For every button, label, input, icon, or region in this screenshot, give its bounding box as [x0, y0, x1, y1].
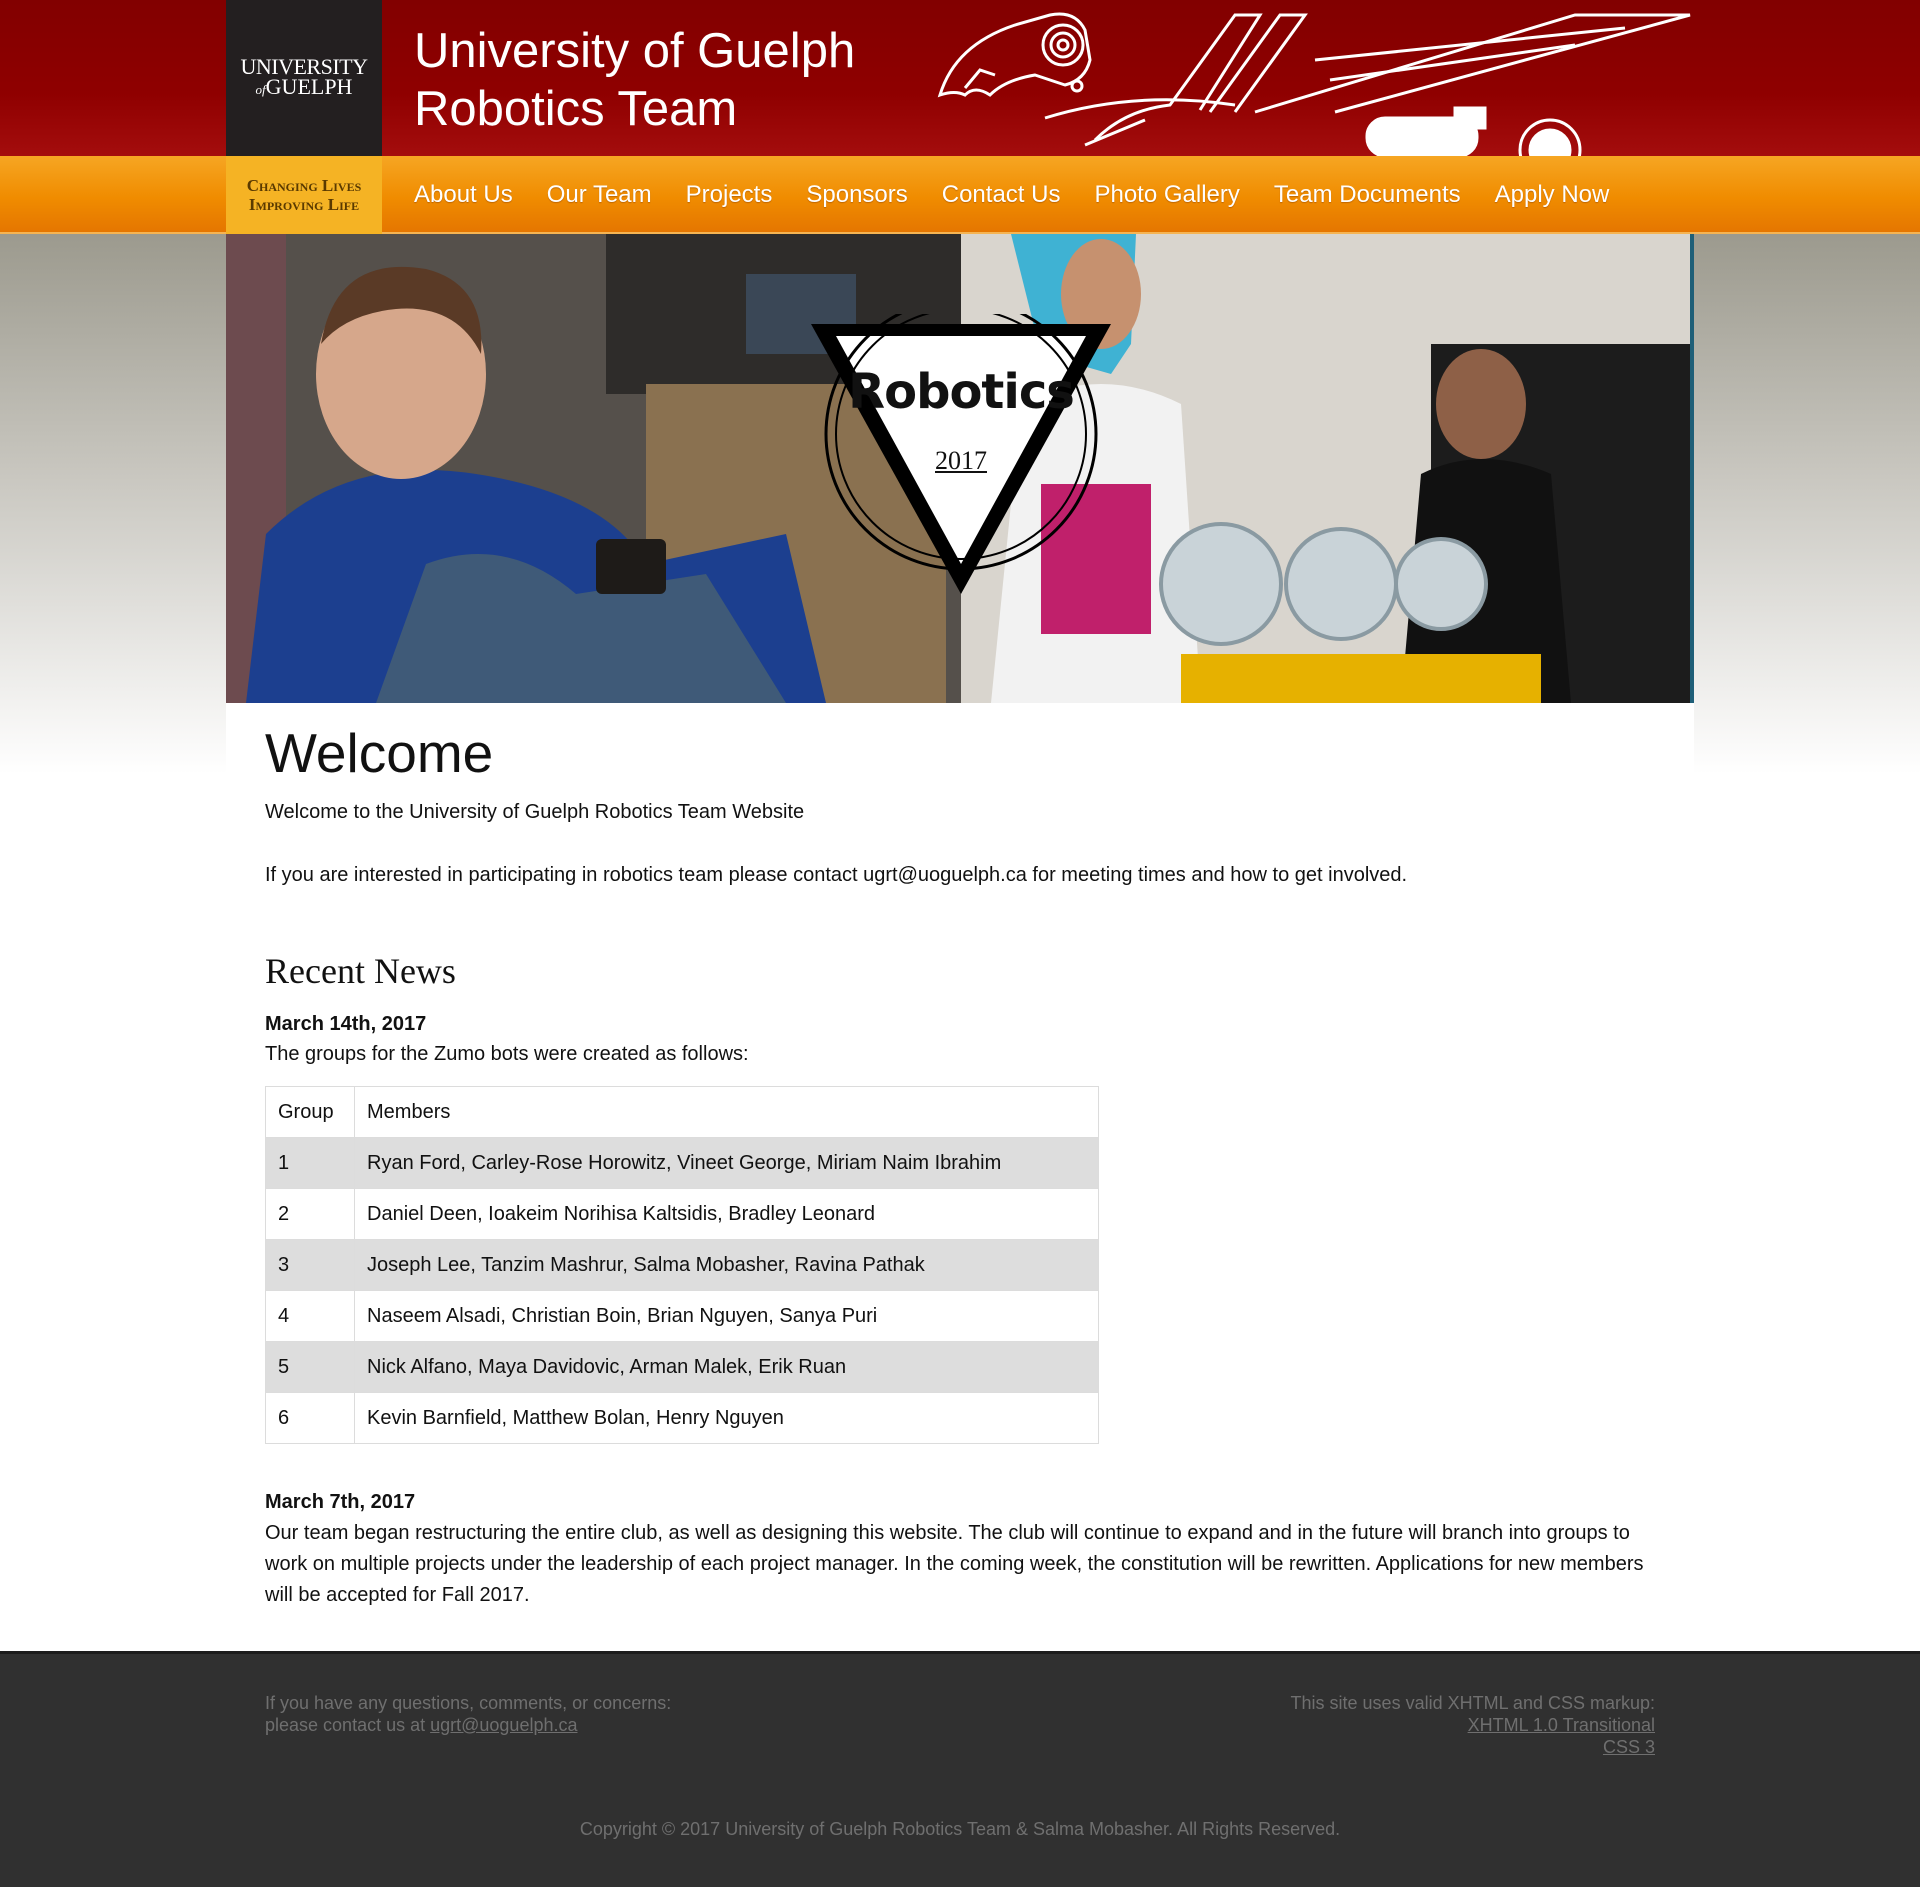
news-date: March 14th, 2017 [265, 1013, 427, 1035]
nav-about-us[interactable]: About Us [414, 181, 513, 209]
footer: If you have any questions, comments, or … [0, 1651, 1920, 1887]
main-nav: About Us Our Team Projects Sponsors Cont… [414, 156, 1609, 234]
table-row: 6 Kevin Barnfield, Matthew Bolan, Henry … [265, 1392, 1099, 1444]
table-row: 4 Naseem Alsadi, Christian Boin, Brian N… [265, 1290, 1099, 1342]
main-content: Welcome Welcome to the University of Gue… [226, 703, 1694, 1651]
copyright: Copyright © 2017 University of Guelph Ro… [579, 1819, 1341, 1839]
nav-contact-us[interactable]: Contact Us [942, 181, 1061, 209]
recent-news-heading: Recent News [265, 951, 456, 991]
group-number: 3 [265, 1239, 355, 1291]
news-date: March 7th, 2017 [265, 1491, 416, 1513]
group-members: Kevin Barnfield, Matthew Bolan, Henry Ng… [354, 1392, 1099, 1444]
table-row: 5 Nick Alfano, Maya Davidovic, Arman Mal… [265, 1341, 1099, 1393]
css-link[interactable]: CSS 3 [1603, 1737, 1655, 1757]
footer-email-link[interactable]: ugrt@uoguelph.ca [430, 1715, 577, 1735]
group-members: Naseem Alsadi, Christian Boin, Brian Ngu… [354, 1290, 1099, 1342]
table-header-row: Group Members [265, 1086, 1099, 1138]
hero-edge [1690, 234, 1694, 703]
group-members: Joseph Lee, Tanzim Mashrur, Salma Mobash… [354, 1239, 1099, 1291]
table-row: 3 Joseph Lee, Tanzim Mashrur, Salma Moba… [265, 1239, 1099, 1291]
site-title: University of Guelph Robotics Team [414, 24, 856, 136]
table-row: 1 Ryan Ford, Carley-Rose Horowitz, Vinee… [265, 1137, 1099, 1189]
news-text: Our team began restructuring the entire … [265, 1522, 1644, 1606]
nav-apply-now[interactable]: Apply Now [1495, 181, 1610, 209]
column-header-group: Group [265, 1086, 355, 1138]
group-number: 2 [265, 1188, 355, 1240]
group-number: 1 [265, 1137, 355, 1189]
group-members: Ryan Ford, Carley-Rose Horowitz, Vineet … [354, 1137, 1099, 1189]
university-logo[interactable]: UNIVERSITY ofGUELPH [226, 0, 382, 156]
badge-title: Robotics [848, 364, 1075, 420]
nav-projects[interactable]: Projects [686, 181, 773, 209]
hero-image: Robotics 2017 [226, 234, 1694, 703]
footer-validation: This site uses valid XHTML and CSS marku… [1290, 1693, 1655, 1757]
footer-contact: If you have any questions, comments, or … [265, 1693, 672, 1735]
table-row: 2 Daniel Deen, Ioakeim Norihisa Kaltsidi… [265, 1188, 1099, 1240]
group-members: Daniel Deen, Ioakeim Norihisa Kaltsidis,… [354, 1188, 1099, 1240]
nav-photo-gallery[interactable]: Photo Gallery [1094, 181, 1239, 209]
group-members: Nick Alfano, Maya Davidovic, Arman Malek… [354, 1341, 1099, 1393]
group-number: 4 [265, 1290, 355, 1342]
contact-note: If you are interested in participating i… [265, 864, 1408, 886]
page-title: Welcome [265, 722, 494, 784]
intro-text: Welcome to the University of Guelph Robo… [265, 801, 805, 823]
zumo-groups-table: Group Members 1 Ryan Ford, Carley-Rose H… [265, 1086, 1099, 1444]
group-number: 5 [265, 1341, 355, 1393]
tagline: Changing Lives Improving Life [226, 156, 382, 234]
badge-year: 2017 [935, 446, 987, 475]
group-number: 6 [265, 1392, 355, 1444]
column-header-members: Members [354, 1086, 1099, 1138]
xhtml-link[interactable]: XHTML 1.0 Transitional [1468, 1715, 1655, 1735]
nav-sponsors[interactable]: Sponsors [806, 181, 907, 209]
robotics-badge: Robotics 2017 [791, 297, 1131, 614]
nav-our-team[interactable]: Our Team [547, 181, 652, 209]
gryphon-icon [937, 12, 1691, 156]
nav-team-documents[interactable]: Team Documents [1274, 181, 1461, 209]
news-text: The groups for the Zumo bots were create… [265, 1043, 749, 1065]
